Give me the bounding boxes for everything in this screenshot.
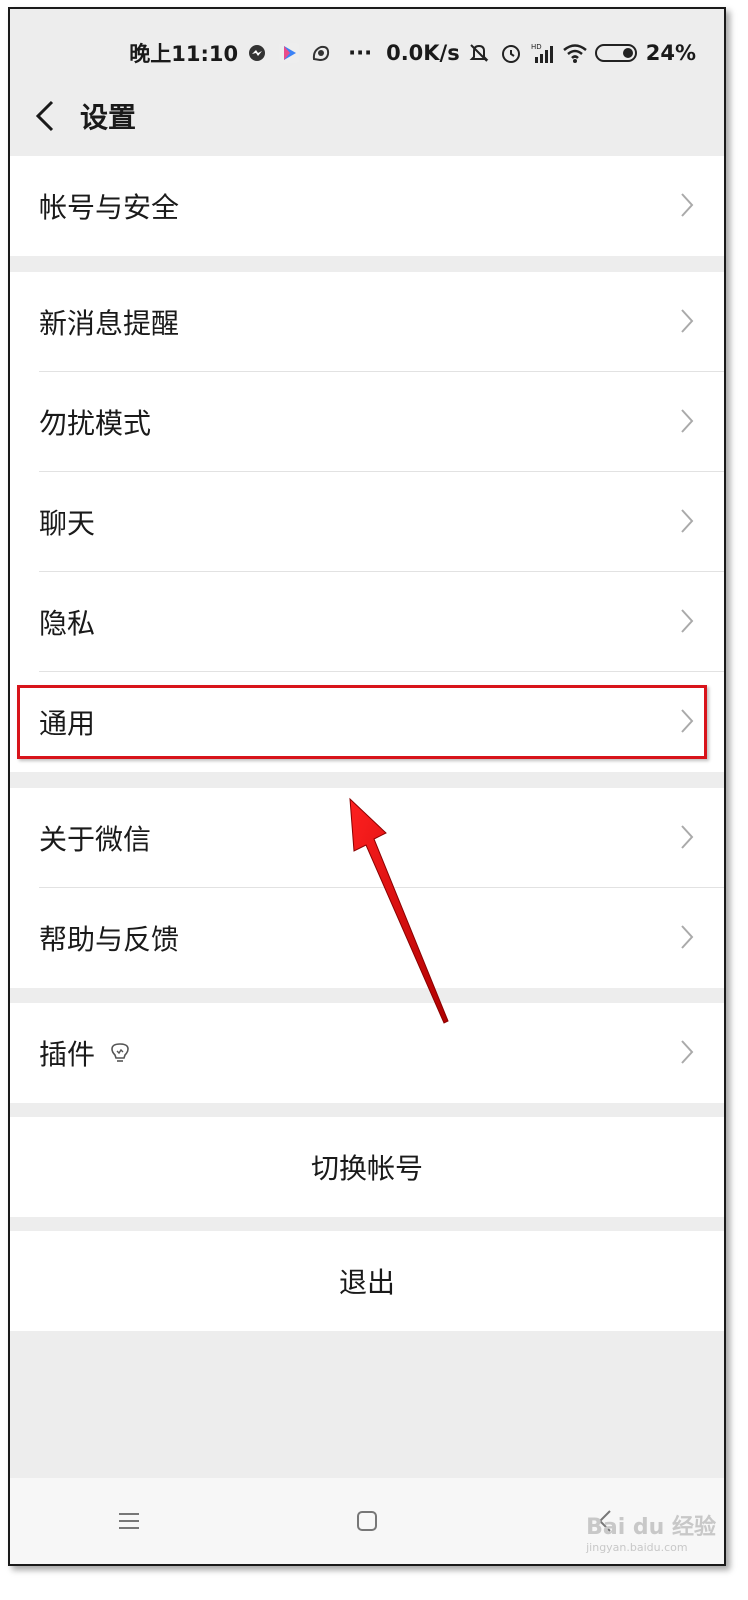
back-button[interactable] xyxy=(10,73,80,159)
more-indicator: ··· xyxy=(348,41,373,65)
chevron-right-icon xyxy=(681,193,694,217)
watermark-text: Bai du 经验 xyxy=(586,1515,716,1540)
battery-percent: 24% xyxy=(645,41,696,65)
settings-item-notifications[interactable]: 新消息提醒 xyxy=(10,272,724,372)
chevron-right-icon xyxy=(681,309,694,333)
settings-item-label: 新消息提醒 xyxy=(39,307,180,340)
logout-section: 退出 xyxy=(10,1231,724,1331)
chevron-right-icon xyxy=(681,509,694,533)
status-time: 晚上11:10 xyxy=(129,42,239,66)
chevron-right-icon xyxy=(681,825,694,849)
settings-item-label: 隐私 xyxy=(39,607,96,640)
phone-screen: 晚上11:10 ··· 0.0K/s HD 24% 设置 帐号与安全 新消息提醒… xyxy=(8,7,726,1566)
watermark: Bai du 经验 jingyan.baidu.com xyxy=(586,1509,716,1554)
menu-nav-button[interactable] xyxy=(99,1491,159,1551)
settings-item-label: 帮助与反馈 xyxy=(39,923,180,956)
highlight-box xyxy=(17,685,707,759)
switch-account-button[interactable]: 切换帐号 xyxy=(10,1117,724,1217)
settings-item-label: 聊天 xyxy=(39,507,96,540)
settings-item-chat[interactable]: 聊天 xyxy=(10,472,724,572)
watermark-sub: jingyan.baidu.com xyxy=(586,1541,688,1554)
settings-item-label: 帐号与安全 xyxy=(39,191,180,224)
chevron-right-icon xyxy=(681,925,694,949)
chevron-right-icon xyxy=(681,409,694,433)
menu-icon xyxy=(119,1513,139,1529)
logout-button[interactable]: 退出 xyxy=(10,1231,724,1331)
settings-item-label: 关于微信 xyxy=(39,823,152,856)
annotation-arrow xyxy=(349,797,449,1024)
switch-account-section: 切换帐号 xyxy=(10,1117,724,1217)
chevron-right-icon xyxy=(681,1040,694,1064)
wifi-icon xyxy=(562,40,588,66)
network-speed: 0.0K/s xyxy=(386,41,460,65)
settings-group-account: 帐号与安全 xyxy=(10,156,724,256)
home-nav-button[interactable] xyxy=(337,1491,397,1551)
settings-item-do-not-disturb[interactable]: 勿扰模式 xyxy=(10,372,724,472)
play-store-icon xyxy=(276,40,302,66)
title-bar: 设置 xyxy=(10,73,724,159)
messenger-icon xyxy=(244,40,270,66)
settings-item-privacy[interactable]: 隐私 xyxy=(10,572,724,672)
hd-signal-icon: HD xyxy=(530,40,556,66)
home-square-icon xyxy=(357,1511,377,1531)
lightbulb-icon xyxy=(111,1043,129,1062)
battery-icon xyxy=(594,40,640,66)
chevron-right-icon xyxy=(681,609,694,633)
settings-item-label: 勿扰模式 xyxy=(39,407,152,440)
uc-browser-icon xyxy=(308,40,334,66)
settings-item-account-security[interactable]: 帐号与安全 xyxy=(10,156,724,256)
settings-item-label: 插件 xyxy=(39,1038,96,1071)
svg-text:HD: HD xyxy=(531,43,542,51)
page-title: 设置 xyxy=(80,101,137,134)
mute-icon xyxy=(466,40,492,66)
back-arrow-icon xyxy=(35,100,54,132)
alarm-icon xyxy=(498,40,524,66)
